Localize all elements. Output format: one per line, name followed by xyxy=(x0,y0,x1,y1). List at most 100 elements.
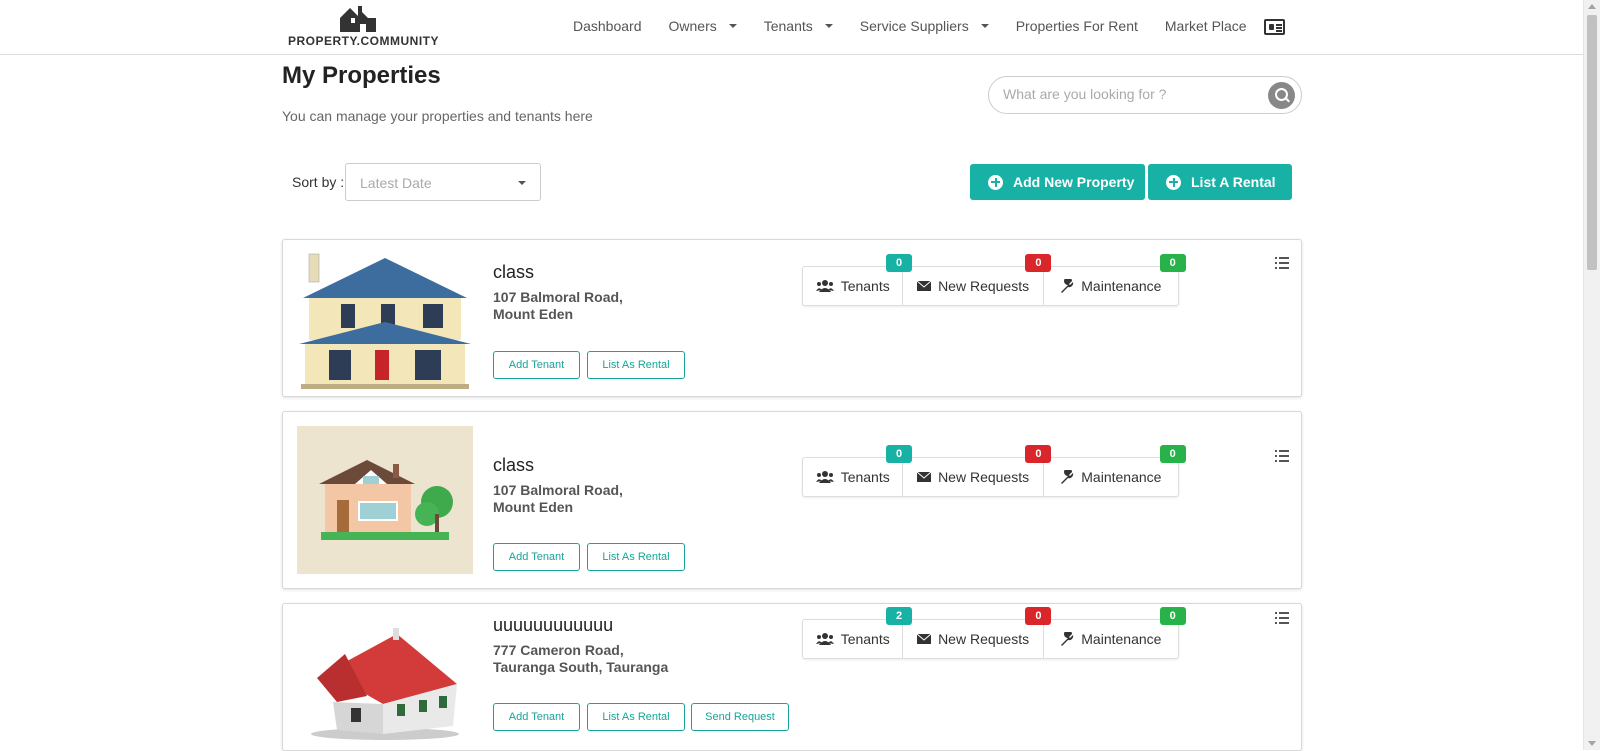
tenants-stat[interactable]: 0 Tenants xyxy=(803,254,912,305)
chevron-down-icon xyxy=(824,24,833,28)
page-subtitle: You can manage your properties and tenan… xyxy=(282,108,593,124)
scrollbar-thumb[interactable] xyxy=(1587,15,1597,270)
nav-properties-for-rent[interactable]: Properties For Rent xyxy=(1016,18,1138,34)
envelope-icon xyxy=(917,281,932,291)
new-requests-stat[interactable]: 0 New Requests xyxy=(903,607,1052,658)
maintenance-stat[interactable]: 0 Maintenance xyxy=(1044,445,1186,496)
list-a-rental-button[interactable]: List A Rental xyxy=(1148,164,1292,200)
list-as-rental-button[interactable]: List As Rental xyxy=(587,351,685,379)
brand-name: PROPERTY.COMMUNITY xyxy=(288,34,440,48)
requests-stat-label: New Requests xyxy=(938,278,1030,294)
nav-label: Tenants xyxy=(763,18,813,34)
plus-circle-icon xyxy=(988,174,1003,190)
sort-label: Sort by : xyxy=(292,174,345,190)
nav-market-place[interactable]: Market Place xyxy=(1165,18,1247,34)
list-menu-icon[interactable] xyxy=(1275,612,1289,624)
add-tenant-button[interactable]: Add Tenant xyxy=(493,703,580,731)
sort-selected-value: Latest Date xyxy=(360,175,432,191)
brand-logo[interactable]: PROPERTY.COMMUNITY xyxy=(288,4,439,50)
search-box xyxy=(988,76,1302,114)
property-card: class 107 Balmoral Road, Mount Eden Add … xyxy=(282,411,1302,589)
address-line-2: Mount Eden xyxy=(493,306,574,322)
property-card: class 107 Balmoral Road, Mount Eden Add … xyxy=(282,239,1302,397)
wrench-icon xyxy=(1061,470,1074,484)
id-card-icon[interactable] xyxy=(1264,19,1285,35)
property-stats: 2 Tenants 0 New Requests 0 Maintenance xyxy=(802,607,1186,659)
envelope-icon xyxy=(917,634,932,644)
users-icon xyxy=(815,280,834,292)
house-logo-icon xyxy=(340,6,376,32)
property-image[interactable] xyxy=(297,426,473,574)
chevron-down-icon xyxy=(980,24,989,28)
address-line-1: 777 Cameron Road, xyxy=(493,642,624,658)
tenants-stat[interactable]: 2 Tenants xyxy=(803,607,912,658)
nav-label: Properties For Rent xyxy=(1015,18,1138,34)
wrench-icon xyxy=(1061,632,1074,646)
property-stats: 0 Tenants 0 New Requests 0 Maintenance xyxy=(802,445,1186,497)
requests-stat-label: New Requests xyxy=(938,469,1030,485)
new-requests-stat[interactable]: 0 New Requests xyxy=(903,445,1052,496)
maintenance-stat[interactable]: 0 Maintenance xyxy=(1044,254,1186,305)
scroll-up-icon[interactable] xyxy=(1588,4,1596,9)
new-requests-stat[interactable]: 0 New Requests xyxy=(903,254,1052,305)
property-name[interactable]: uuuuuuuuuuuu xyxy=(493,615,613,636)
nav-dashboard[interactable]: Dashboard xyxy=(573,18,642,34)
property-image[interactable] xyxy=(297,614,473,744)
nav-owners[interactable]: Owners xyxy=(669,18,737,34)
chevron-down-icon xyxy=(728,24,737,28)
address-line-2: Mount Eden xyxy=(493,499,574,515)
tenants-stat-label: Tenants xyxy=(840,278,890,294)
tenants-stat-label: Tenants xyxy=(840,469,890,485)
top-navbar: PROPERTY.COMMUNITY Dashboard Owners Tena… xyxy=(0,0,1583,55)
list-as-rental-button[interactable]: List As Rental xyxy=(587,543,685,571)
maintenance-stat[interactable]: 0 Maintenance xyxy=(1044,607,1186,658)
plus-circle-icon xyxy=(1166,174,1181,190)
address-line-1: 107 Balmoral Road, xyxy=(493,289,623,305)
property-card: uuuuuuuuuuuu 777 Cameron Road, Tauranga … xyxy=(282,603,1302,751)
add-new-property-label: Add New Property xyxy=(1013,174,1135,190)
add-new-property-button[interactable]: Add New Property xyxy=(970,164,1145,200)
maintenance-count-badge: 0 xyxy=(1159,254,1186,272)
nav-label: Market Place xyxy=(1164,18,1247,34)
page-title: My Properties xyxy=(282,62,441,89)
main-nav: Dashboard Owners Tenants Service Supplie… xyxy=(573,18,1274,34)
nav-service-suppliers[interactable]: Service Suppliers xyxy=(860,18,989,34)
send-request-button[interactable]: Send Request xyxy=(691,703,789,731)
tenants-stat-label: Tenants xyxy=(840,631,890,647)
search-icon[interactable] xyxy=(1268,82,1295,109)
users-icon xyxy=(815,471,834,483)
sort-select[interactable]: Latest Date xyxy=(345,163,541,201)
users-icon xyxy=(815,633,834,645)
nav-label: Owners xyxy=(668,18,717,34)
property-name[interactable]: class xyxy=(493,262,534,283)
maintenance-count-badge: 0 xyxy=(1159,445,1186,463)
maintenance-stat-label: Maintenance xyxy=(1081,278,1162,294)
list-menu-icon[interactable] xyxy=(1275,450,1289,462)
wrench-icon xyxy=(1061,279,1074,293)
nav-tenants[interactable]: Tenants xyxy=(764,18,833,34)
list-as-rental-button[interactable]: List As Rental xyxy=(587,703,685,731)
property-image[interactable] xyxy=(297,250,473,395)
property-address: 107 Balmoral Road, Mount Eden xyxy=(493,482,693,516)
nav-label: Dashboard xyxy=(573,18,642,34)
address-line-2: Tauranga South, Tauranga xyxy=(493,659,669,675)
scroll-down-icon[interactable] xyxy=(1588,741,1596,746)
list-a-rental-label: List A Rental xyxy=(1191,174,1276,190)
chevron-down-icon xyxy=(518,181,526,185)
nav-label: Service Suppliers xyxy=(859,18,969,34)
tenants-stat[interactable]: 0 Tenants xyxy=(803,445,912,496)
property-address: 777 Cameron Road, Tauranga South, Tauran… xyxy=(493,642,693,676)
maintenance-count-badge: 0 xyxy=(1159,607,1186,625)
envelope-icon xyxy=(917,472,932,482)
property-name[interactable]: class xyxy=(493,455,534,476)
search-input[interactable] xyxy=(1003,86,1253,102)
address-line-1: 107 Balmoral Road, xyxy=(493,482,623,498)
add-tenant-button[interactable]: Add Tenant xyxy=(493,351,580,379)
add-tenant-button[interactable]: Add Tenant xyxy=(493,543,580,571)
property-address: 107 Balmoral Road, Mount Eden xyxy=(493,289,693,323)
list-menu-icon[interactable] xyxy=(1275,257,1289,269)
page-scrollbar[interactable] xyxy=(1583,0,1600,750)
requests-stat-label: New Requests xyxy=(938,631,1030,647)
property-stats: 0 Tenants 0 New Requests 0 Maintenance xyxy=(802,254,1186,306)
maintenance-stat-label: Maintenance xyxy=(1081,469,1162,485)
